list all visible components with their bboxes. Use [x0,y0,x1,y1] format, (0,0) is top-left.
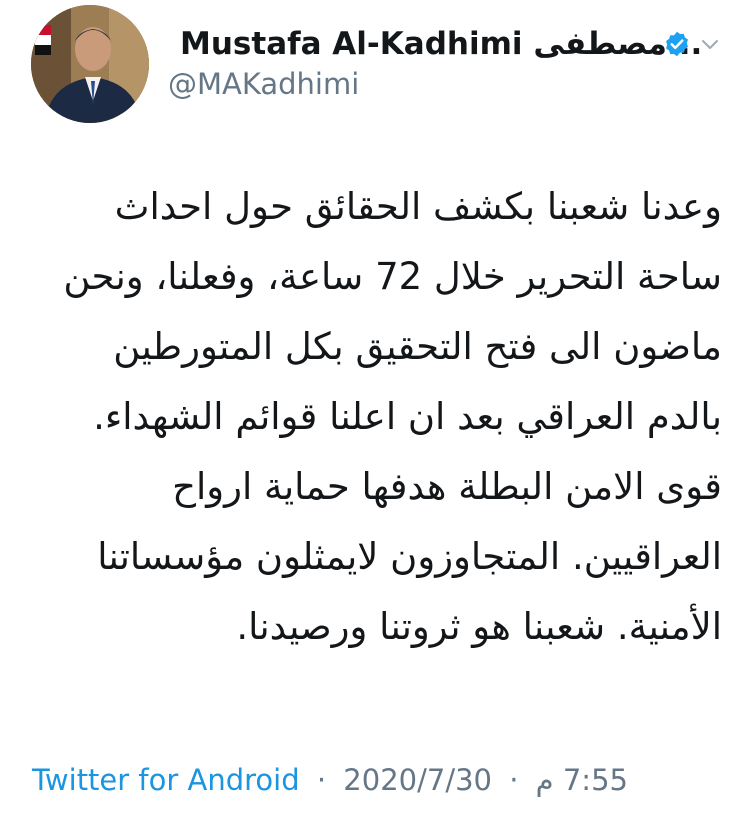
author-row: Mustafa Al-Kadhimi مصطفى... [180,22,740,66]
tweet-text: وعدنا شعبنا بكشف الحقائق حول احداث ساحة … [32,172,722,662]
source-link[interactable]: Twitter for Android [32,763,300,797]
display-name[interactable]: Mustafa Al-Kadhimi مصطفى... [180,22,702,66]
avatar[interactable] [31,5,149,123]
tweet-date[interactable]: 2020/7/30 [343,763,492,797]
meta-separator: · [509,763,519,797]
tweet-card: Mustafa Al-Kadhimi مصطفى... @MAKadhimi و… [0,0,750,825]
tweet-paragraph-1: وعدنا شعبنا بكشف الحقائق حول احداث ساحة … [63,185,722,438]
tweet-paragraph-2: قوى الامن البطلة هدفها حماية ارواح العرا… [97,465,722,648]
meta-separator: · [316,763,327,797]
verified-badge-icon [666,31,688,57]
chevron-down-icon[interactable] [698,32,722,56]
tweet-meta: Twitter for Android · 2020/7/30 · 7:55 م [32,757,628,803]
avatar-photo [31,5,149,123]
author-handle[interactable]: @MAKadhimi [168,64,359,104]
tweet-time[interactable]: 7:55 م [536,763,628,797]
